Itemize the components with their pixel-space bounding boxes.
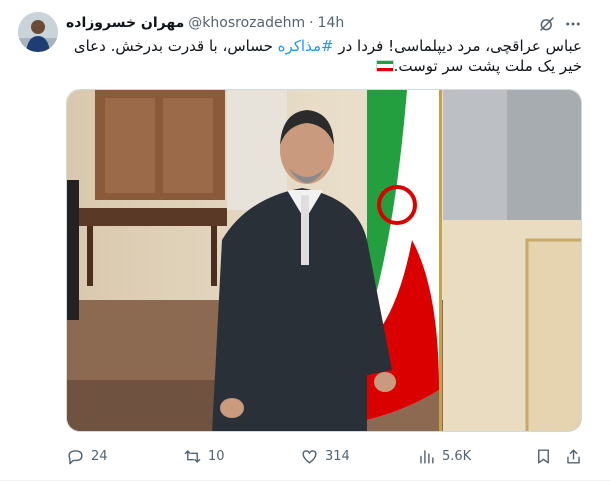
bookmark-icon	[538, 448, 549, 464]
share-icon	[567, 448, 580, 464]
like-count: 314	[325, 448, 350, 464]
like-button[interactable]: 314	[300, 444, 350, 468]
tweet-text-part1: عباس عراقچی، مرد دیپلماسی! فردا در	[333, 37, 582, 55]
tweet-photo[interactable]	[66, 89, 582, 432]
display-name[interactable]: مهران خسروزاده	[66, 15, 184, 31]
repost-button[interactable]: 10	[183, 444, 225, 468]
reply-button[interactable]: 24	[66, 444, 108, 468]
tweet[interactable]: @khosrozadehm مهران خسروزاده · 14h عباس …	[0, 0, 611, 481]
handle[interactable]: @khosrozadehm	[188, 15, 305, 31]
repost-icon	[184, 449, 201, 463]
reply-icon	[68, 449, 83, 464]
views-icon	[420, 449, 434, 464]
reply-count: 24	[91, 448, 108, 464]
like-icon	[302, 449, 317, 464]
more-icon[interactable]	[562, 13, 584, 35]
timestamp[interactable]: 14h	[318, 15, 345, 31]
hashtag-link[interactable]: #مذاکره	[278, 37, 334, 55]
tweet-header: @khosrozadehm مهران خسروزاده · 14h	[66, 13, 344, 33]
action-bar: 24 10 314 5.6K	[66, 444, 586, 468]
tweet-text: عباس عراقچی، مرد دیپلماسی! فردا در #مذاک…	[66, 36, 582, 76]
separator: ·	[309, 15, 314, 31]
avatar[interactable]	[18, 12, 58, 52]
iran-flag-icon	[375, 60, 394, 72]
repost-count: 10	[208, 448, 225, 464]
grok-icon[interactable]	[536, 13, 558, 35]
share-button[interactable]	[564, 444, 583, 468]
views-button[interactable]: 5.6K	[417, 444, 471, 468]
views-count: 5.6K	[442, 448, 472, 464]
bookmark-button[interactable]	[534, 444, 553, 468]
